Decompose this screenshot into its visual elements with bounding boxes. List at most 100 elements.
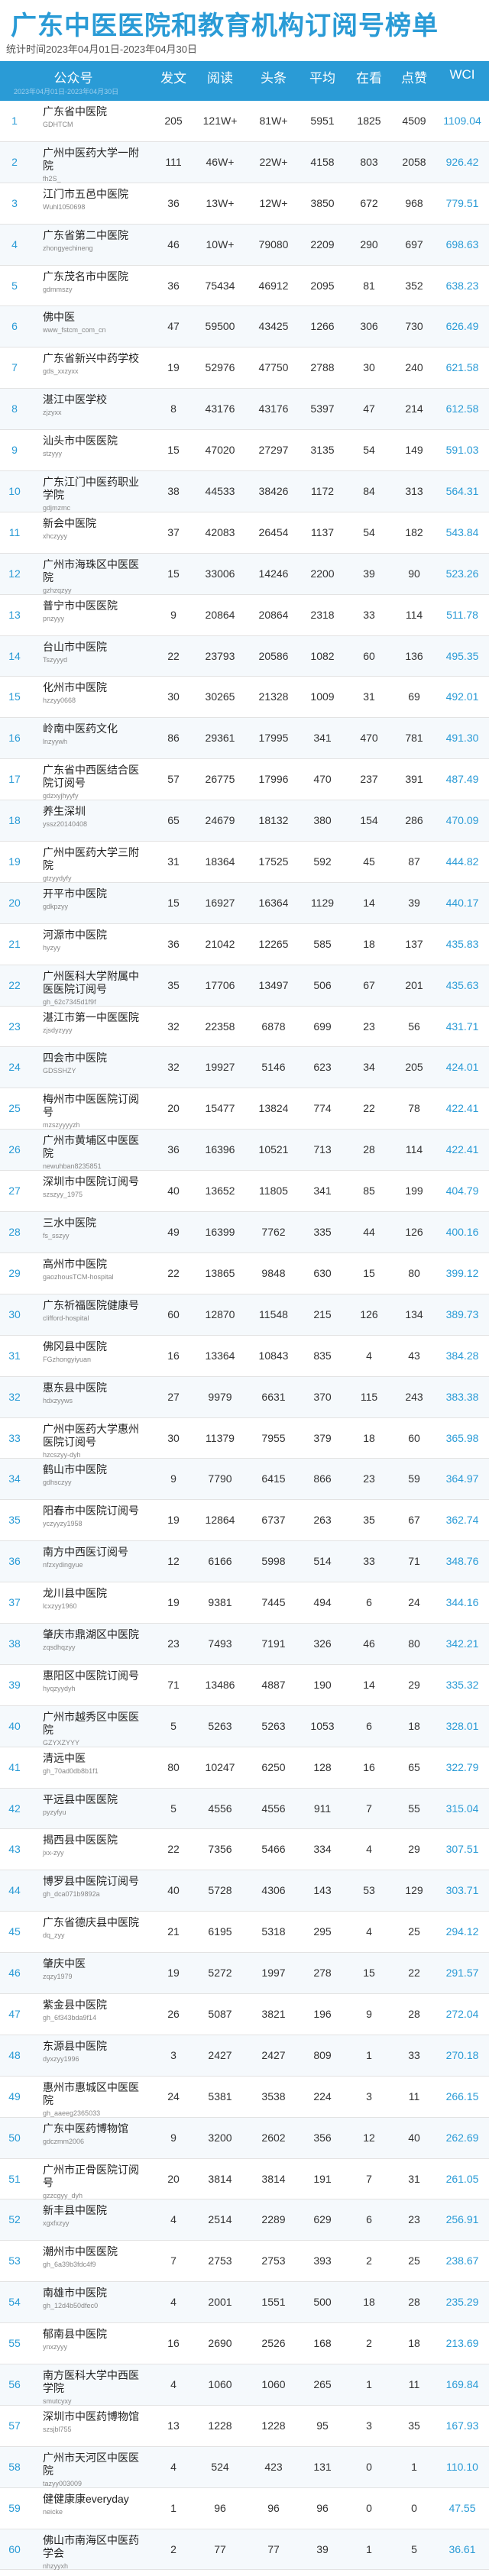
avg-read-count: 623 [313,1061,332,1074]
looking-count: 6 [366,1596,372,1609]
headline-read-count: 1060 [261,2377,286,2390]
header-headline: 头条 [261,71,287,86]
account-name: 佛中医 [43,311,75,324]
account-id: neicke [43,2507,63,2516]
account-cell: 湛江中医学校 zjzyxx [43,393,142,417]
table-row: 56 南方医科大学中西医学院 smutcyxy 4 1060 1060 265 1 11 169.… [0,2364,489,2406]
rank-number: 28 [8,1226,21,1239]
table-row: 18 养生深圳 yssz20140408 65 24679 18132 380 154 286 4… [0,800,489,842]
table-row: 30 广东祈福医院健康号 clifford-hospital 60 12870 11548… [0,1294,489,1336]
account-id: zjsdyzyyy [43,1026,73,1034]
table-row: 42 平远县中医医院 pyzyfyu 5 4556 4556 911 7 55 315.04 [0,1788,489,1830]
wci-score: 235.29 [445,2296,479,2309]
account-name: 新丰县中医院 [43,2204,107,2217]
wci-score: 342.21 [445,1637,479,1650]
account-name: 广州市海珠区中医医院 [43,558,139,583]
headline-read-count: 18132 [258,814,289,827]
wci-score: 383.38 [445,1390,479,1403]
avg-read-count: 2788 [310,361,335,374]
wci-score: 36.61 [449,2542,476,2555]
read-count: 5381 [208,2090,232,2102]
looking-count: 44 [363,1226,375,1239]
read-count: 33006 [205,567,235,580]
account-cell: 江门市五邑中医院 Wuhl1050698 [43,188,142,212]
account-cell: 广州市越秀区中医医院 GZYXZYYY [43,1711,142,1747]
account-id: gaozhousTCM-hospital [43,1272,114,1281]
read-count: 1228 [208,2419,232,2432]
avg-read-count: 393 [313,2254,332,2267]
rank-number: 41 [8,1760,21,1773]
looking-count: 672 [360,196,378,209]
publish-count: 38 [167,485,180,498]
like-count: 33 [408,2048,420,2061]
like-count: 67 [408,1514,420,1527]
looking-count: 35 [363,1514,375,1527]
looking-count: 85 [363,1185,375,1198]
wci-score: 272.04 [445,2007,479,2020]
headline-read-count: 13824 [258,1102,289,1115]
read-count: 4556 [208,1802,232,1815]
account-cell: 广东省新兴中药学校 gds_xxzyxx [43,352,142,376]
publish-count: 35 [167,978,180,991]
read-count: 52976 [205,361,235,374]
rank-number: 24 [8,1061,21,1074]
account-id: Wuhl1050698 [43,202,86,211]
like-count: 18 [408,1719,420,1732]
wci-score: 440.17 [445,896,479,909]
read-count: 6166 [208,1555,232,1568]
table-row: 27 深圳市中医院订阅号 szszyy_1975 40 13652 11805 341 85 1… [0,1171,489,1213]
account-cell: 南雄市中医院 gh_12d4b50dfec0 [43,2287,142,2310]
avg-read-count: 215 [313,1307,332,1320]
account-id: FGzhongyiyuan [43,1355,92,1363]
account-id: mzszyyyyzh [43,1121,80,1130]
table-row: 52 新丰县中医院 xgxfxzyy 4 2514 2289 629 6 23 256.91 [0,2199,489,2241]
rank-number: 58 [8,2460,21,2473]
rank-number: 1 [11,115,18,127]
avg-read-count: 295 [313,1925,332,1938]
rank-number: 25 [8,1102,21,1115]
like-count: 2058 [402,155,426,168]
table-row: 33 广州中医药大学惠州医院订阅号 hzcszyy-dyh 30 11379 7955 37… [0,1417,489,1459]
account-cell: 广州市海珠区中医医院 gzhzqzyy [43,558,142,595]
account-cell: 惠州市惠城区中医医院 gh_aaeeg2365033 [43,2081,142,2118]
headline-read-count: 4887 [261,1678,286,1691]
table-body: 1 广东省中医院 GDHTCM 205 121W+ 81W+ 5951 1825 4509 110… [0,101,489,2571]
account-name: 揭西县中医医院 [43,1834,118,1847]
publish-count: 24 [167,2090,180,2102]
account-cell: 佛冈县中医院 FGzhongyiyuan [43,1340,142,1364]
read-count: 16396 [205,1143,235,1156]
looking-count: 1 [366,2048,372,2061]
account-id: xgxfxzyy [43,2219,70,2228]
account-name: 广东茂名市中医院 [43,270,128,283]
account-cell: 惠阳区中医院订阅号 hyqzyydyh [43,1669,142,1693]
like-count: 35 [408,2419,420,2432]
account-cell: 梅州市中医医院订阅号 mzszyyyyzh [43,1093,142,1130]
publish-count: 22 [167,1266,180,1279]
rank-number: 22 [8,978,21,991]
account-id: dyxzyy1996 [43,2054,79,2063]
like-count: 24 [408,1596,420,1609]
account-cell: 郁南县中医院 ynxzyyy [43,2328,142,2351]
account-id: hzcszyy-dyh [43,1450,81,1459]
read-count: 96 [214,2501,226,2514]
rank-number: 11 [8,525,21,538]
avg-read-count: 809 [313,2048,332,2061]
table-row: 24 四会市中医院 GDSSHZY 32 19927 5146 623 34 205 424.01 [0,1047,489,1089]
table-row: 19 广州中医药大学三附院 gtzyydyfy 31 18364 17525 592 45 87… [0,842,489,883]
account-id: tazyy003009 [43,2479,83,2487]
account-name: 广州市黄埔区中医医院 [43,1134,139,1160]
publish-count: 20 [167,2172,180,2185]
account-id: GDSSHZY [43,1067,76,1075]
read-count: 5272 [208,1967,232,1980]
like-count: 968 [405,196,423,209]
account-cell: 清远中医 gh_70ad0db8b1f1 [43,1752,142,1776]
like-count: 18 [408,2337,420,2350]
account-name: 汕头市中医医院 [43,435,118,448]
looking-count: 18 [363,937,375,950]
like-count: 29 [408,1678,420,1691]
account-id: gzzcgyy_dyh [43,2191,83,2199]
wci-score: 328.01 [445,1719,479,1732]
rank-number: 48 [8,2048,21,2061]
avg-read-count: 506 [313,978,332,991]
headline-read-count: 27297 [258,444,289,457]
